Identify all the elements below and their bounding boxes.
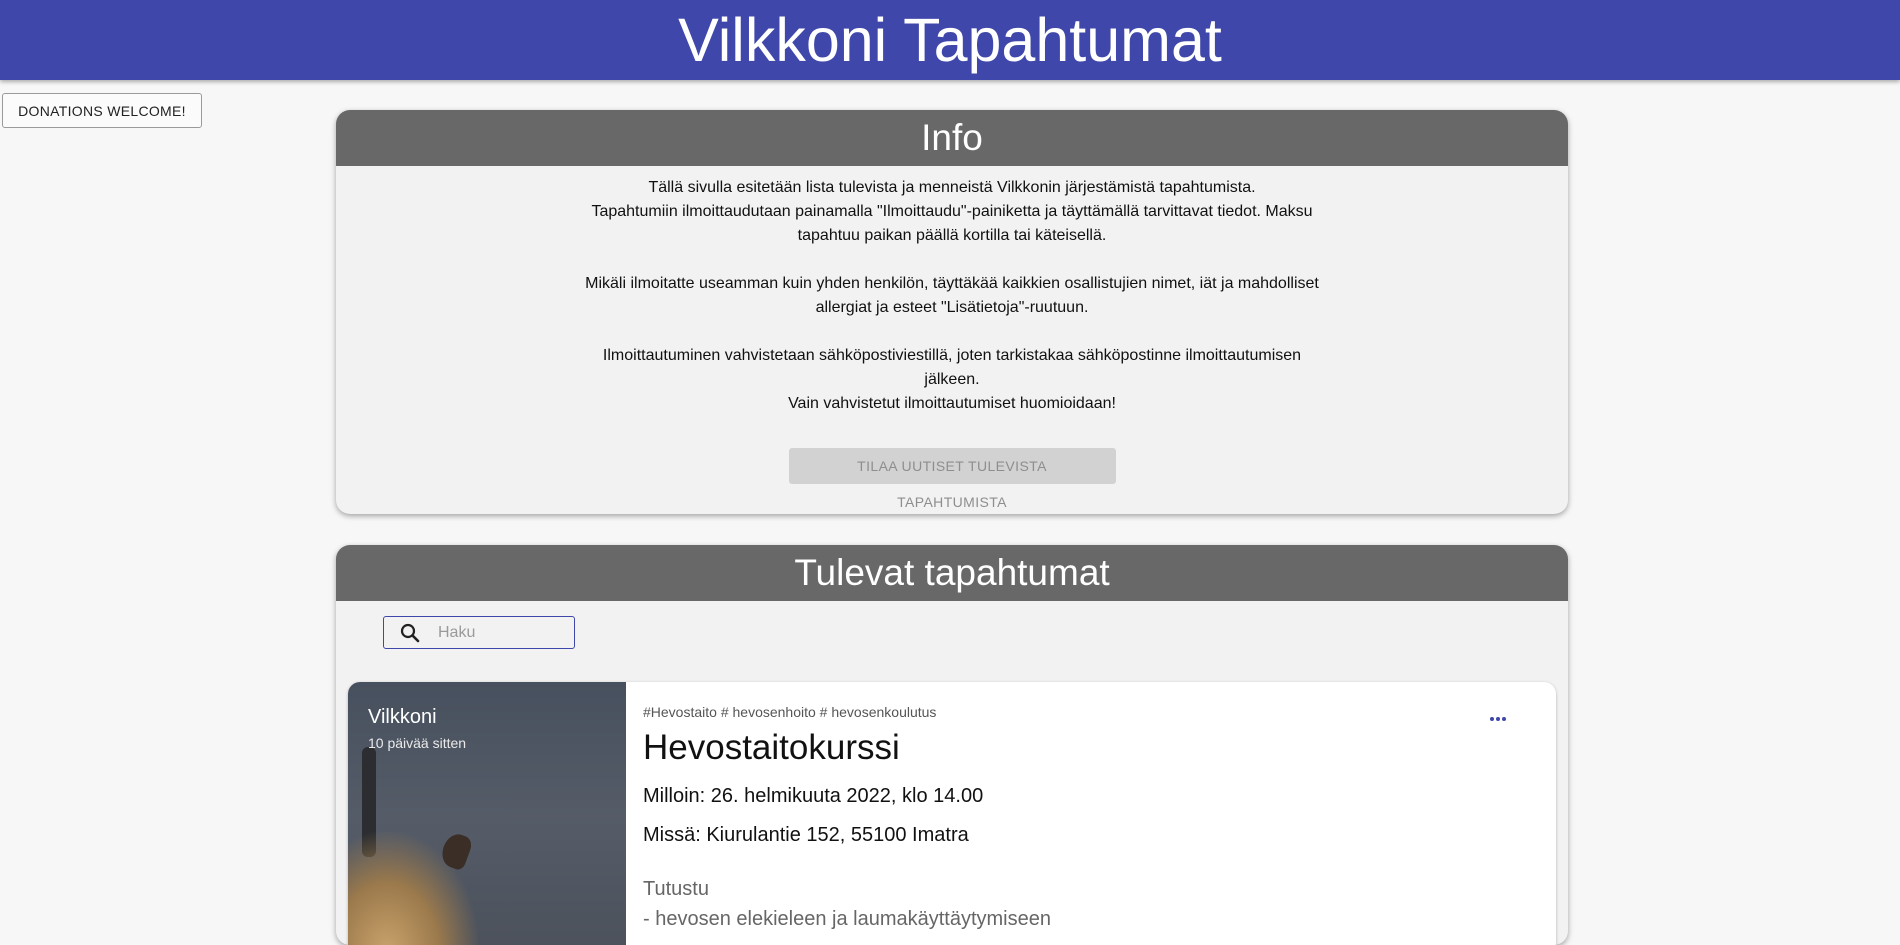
event-organizer: Vilkkoni (368, 706, 437, 728)
search-icon (400, 623, 420, 642)
donations-button[interactable]: DONATIONS WELCOME! (2, 93, 202, 128)
event-card[interactable]: Vilkkoni 10 päivää sitten #Hevostaito # … (348, 682, 1556, 945)
info-line: Ilmoittautuminen vahvistetaan sähköposti… (602, 347, 1302, 388)
event-when: Milloin: 26. helmikuuta 2022, klo 14.00 (643, 785, 984, 807)
info-line: Tapahtumiin ilmoittaudutaan painamalla "… (591, 203, 1313, 244)
event-description: - hevosen elekieleen ja laumakäyttäytymi… (643, 908, 1051, 930)
info-line: Mikäli ilmoitatte useamman kuin yhden he… (585, 275, 1319, 316)
event-where: Missä: Kiurulantie 152, 55100 Imatra (643, 824, 969, 846)
info-line: Tällä sivulla esitetään lista tulevista … (648, 179, 1256, 196)
event-description: Tutustu (643, 878, 709, 900)
event-posted-time: 10 päivää sitten (368, 735, 467, 751)
subscribe-button[interactable]: TILAA UUTISET TULEVISTA TAPAHTUMISTA (788, 448, 1116, 510)
events-heading: Tulevat tapahtumat (336, 545, 1568, 601)
search-input[interactable] (436, 622, 560, 643)
upcoming-events-card: Tulevat tapahtumat Vilkkoni 10 päivää si… (336, 545, 1568, 945)
top-bar: Vilkkoni Tapahtumat (0, 0, 1900, 80)
info-card: Info Tällä sivulla esitetään lista tulev… (336, 110, 1568, 514)
event-title: Hevostaitokurssi (643, 728, 900, 767)
info-heading: Info (336, 110, 1568, 166)
search-box[interactable] (383, 616, 575, 649)
info-text: Tällä sivulla esitetään lista tulevista … (582, 176, 1322, 514)
event-image: Vilkkoni 10 päivää sitten (348, 682, 626, 945)
page-title: Vilkkoni Tapahtumat (678, 6, 1222, 74)
info-line: Vain vahvistetut ilmoittautumiset huomio… (788, 395, 1116, 412)
event-tags: #Hevostaito # hevosenhoito # hevosenkoul… (643, 704, 937, 720)
more-options-icon[interactable] (1490, 708, 1514, 721)
